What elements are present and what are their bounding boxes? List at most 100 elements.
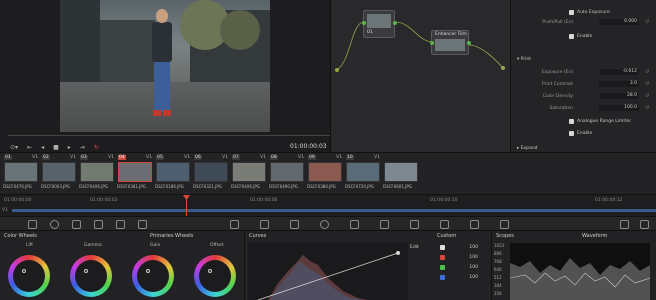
clip-thumbnail[interactable]: 09 V1 DSCF0380.JPG [306,153,344,195]
channel-chip[interactable] [440,255,445,260]
magic-mask-icon[interactable] [380,220,389,229]
auto-exposure-row[interactable]: Auto Exposure [511,9,656,17]
print-enable-checkbox[interactable] [569,131,574,136]
loop-mode-icon[interactable]: ⊙▾ [10,144,18,151]
color-density-field[interactable]: 28.0 [599,93,639,99]
print-contrast-field[interactable]: 3.0 [599,81,639,87]
curve-channel-row[interactable]: 100 [440,255,490,263]
channel-chip[interactable] [440,275,445,280]
curve-channel-row[interactable]: 100 [440,245,490,253]
curves-icon[interactable] [230,220,239,229]
play-button[interactable]: ▸ [68,144,71,151]
clip-thumbnail[interactable]: 10 V1 DSCF0720.JPG [344,153,382,195]
channel-value[interactable]: 100 [458,275,478,280]
hdr-icon[interactable] [94,220,103,229]
reset-icon[interactable]: ↺ [645,93,649,99]
info-icon[interactable] [640,220,649,229]
print-enable-row[interactable]: Enable [511,130,656,138]
curve-channel-row[interactable]: 100 [440,275,490,283]
loop-button[interactable]: ↻ [94,144,99,151]
reset-icon[interactable]: ↺ [645,105,649,111]
checkbox-label: Auto Exposure [577,10,610,15]
node-01[interactable]: 01 [362,10,397,38]
play-reverse-button[interactable]: ◂ [41,144,44,151]
channel-value[interactable]: 100 [458,245,478,250]
viewer-scrubber[interactable] [8,135,330,136]
curves-mode-dropdown[interactable]: Custom [437,233,456,239]
viewer-image[interactable] [60,0,270,132]
enhancer-film-node[interactable]: Enhancer Film ... [430,30,471,55]
push-pull-field[interactable]: 0.000 [599,19,639,25]
clip-thumbnail[interactable]: 05 V1 DSCF0186.JPG [154,153,192,195]
stop-button[interactable]: ■ [53,144,59,151]
channel-chip[interactable] [440,265,445,270]
color-match-icon[interactable] [50,220,59,229]
channel-value[interactable]: 100 [458,265,478,270]
analogue-range-checkbox[interactable] [569,119,574,124]
timeline-tick: 01:00:00:10 [430,198,458,203]
output-port[interactable] [467,41,471,45]
tracker-icon[interactable] [350,220,359,229]
channel-value[interactable]: 100 [458,255,478,260]
sizing-icon[interactable] [470,220,479,229]
input-port[interactable] [362,21,366,25]
viewer-timecode: 01:00:00:03 [290,143,327,150]
auto-exposure-checkbox[interactable] [569,10,574,15]
motion-effects-icon[interactable] [138,220,147,229]
reset-icon[interactable]: ↺ [645,69,649,75]
clip-thumbnail[interactable]: 06 V1 DSCF0321.JPG [192,153,230,195]
jump-start-button[interactable]: ⇤ [27,144,32,151]
scope-mode-dropdown[interactable]: Waveform [582,233,607,239]
wheel-handle[interactable] [146,269,150,273]
lift-wheel[interactable] [8,255,50,297]
rgb-mixer-icon[interactable] [116,220,125,229]
color-tools-bar [0,216,656,231]
wheel-handle[interactable] [208,269,212,273]
clip-thumbnail[interactable]: 03 V1 DSCF0406.JPG [78,153,116,195]
curve-channel-row[interactable]: 100 [440,265,490,273]
reset-icon[interactable]: ↺ [645,19,649,25]
jump-end-button[interactable]: ⇥ [80,144,85,151]
clip-image [156,162,190,182]
analogue-range-row[interactable]: Analogue Range Limiter [511,118,656,126]
timeline-track-bar[interactable] [12,209,656,212]
exposure-field[interactable]: -0.612 [599,69,639,75]
camera-raw-icon[interactable] [28,220,37,229]
mini-timeline[interactable]: 01:00:00:00 01:00:00:03 01:00:00:06 01:0… [0,194,656,217]
node-editor[interactable]: 01 Enhancer Film ... [330,0,510,152]
input-port[interactable] [430,41,434,45]
offset-wheel[interactable] [194,255,236,297]
clip-thumbnail[interactable]: 02 V1 DSCF0003.JPG [40,153,78,195]
wheel-handle[interactable] [84,269,88,273]
wheel-handle[interactable] [22,269,26,273]
source-port[interactable] [335,68,339,72]
output-port[interactable] [393,21,397,25]
key-icon[interactable] [440,220,449,229]
window-icon[interactable] [320,220,329,229]
warper-icon[interactable] [260,220,269,229]
scopes-toggle-icon[interactable] [620,220,629,229]
qualifier-icon[interactable] [290,220,299,229]
clip-thumbnail[interactable]: 01 V1 DSCF0476.JPG [2,153,40,195]
expand-section-header[interactable]: ▸ Expand [517,146,538,151]
enable-row[interactable]: Enable [511,33,656,41]
output-port[interactable] [501,66,505,70]
enable-checkbox[interactable] [569,34,574,39]
clip-thumbnail[interactable]: 07 V1 DSCF0406.JPG [230,153,268,195]
reset-icon[interactable]: ↺ [645,81,649,87]
clip-thumbnail-active[interactable]: 04 V1 DSCF0381.JPG [116,153,154,195]
clip-number: 08 [270,155,278,160]
3d-icon[interactable] [500,220,509,229]
curve-graph[interactable] [248,243,408,300]
wheels-mode-dropdown[interactable]: Primaries Wheels [150,233,193,239]
playhead[interactable] [186,195,187,217]
color-wheels-icon[interactable] [72,220,81,229]
channel-chip[interactable] [440,245,445,250]
clip-thumbnail[interactable]: DSCF0601.JPG [382,153,420,195]
print-section-header[interactable]: ▾ Print [517,57,531,62]
clip-thumbnail[interactable]: 08 V1 DSCF0490.JPG [268,153,306,195]
gamma-wheel[interactable] [70,255,112,297]
gain-wheel[interactable] [132,255,174,297]
blur-icon[interactable] [410,220,419,229]
saturation-field[interactable]: 100.0 [599,105,639,111]
